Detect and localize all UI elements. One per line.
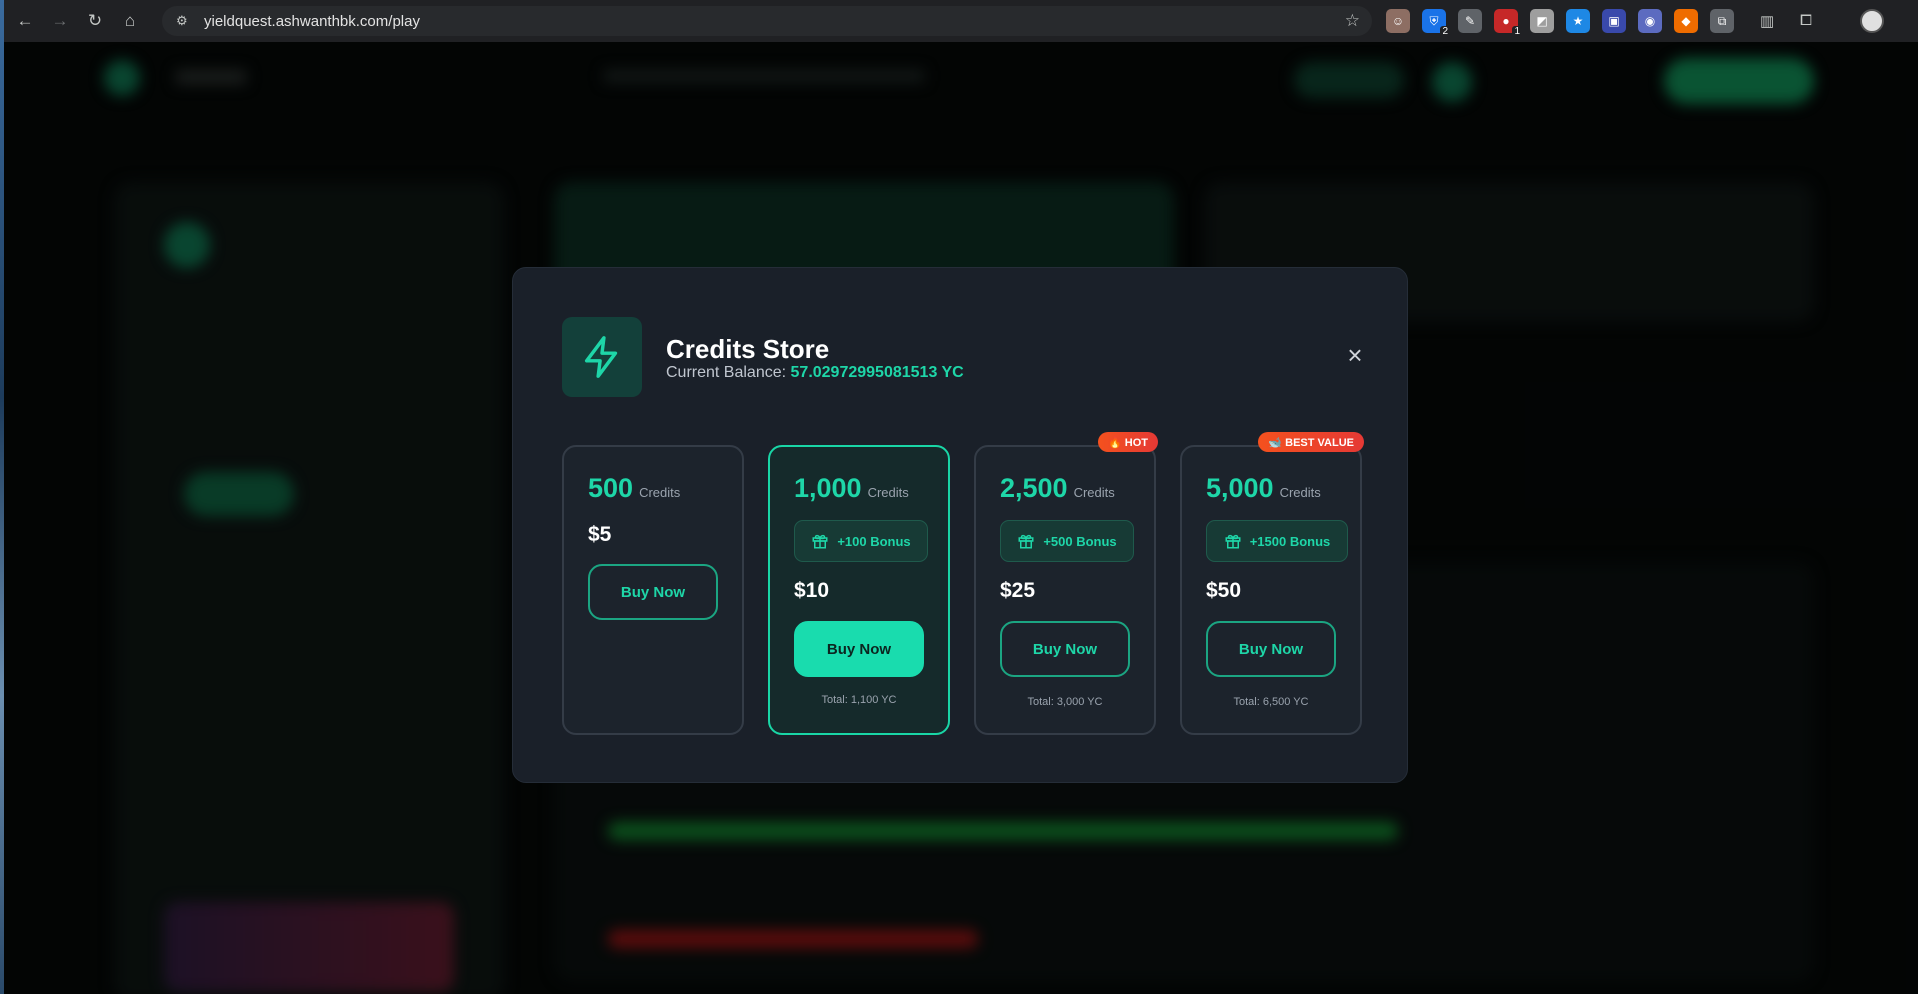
total-text: Total: 1,100 YC: [821, 694, 897, 706]
credits-store-modal: Credits Store Current Balance: 57.029729…: [512, 267, 1408, 783]
extensions-bar: ☺ ⛨ 2 ✎ ● 1 ◩ ★ ▣ ◉ ◆ ⧉: [1386, 9, 1746, 37]
ext-grey-icon[interactable]: ◩: [1530, 9, 1554, 33]
package-card: 🔥 HOT 2,500 Credits +500 Bonus $25 Buy No…: [974, 432, 1158, 735]
buy-now-button[interactable]: Buy Now: [588, 564, 718, 620]
ext-face-icon[interactable]: ☺: [1386, 9, 1410, 33]
total-text: Total: 3,000 YC: [1027, 696, 1103, 708]
forward-icon[interactable]: →: [46, 7, 74, 35]
ext-star-icon[interactable]: ★: [1566, 9, 1590, 33]
hot-badge: 🔥 HOT: [1098, 432, 1158, 452]
gift-icon: [1225, 534, 1241, 549]
credit-amount: 500 Credits: [588, 473, 681, 503]
bonus-tag: +100 Bonus: [794, 520, 928, 562]
modal-title: Credits Store: [666, 334, 830, 364]
ext-feather-icon[interactable]: ✎: [1458, 9, 1482, 33]
bookmark-star-icon[interactable]: ☆: [1345, 11, 1360, 31]
site-info-icon[interactable]: ⚙: [176, 13, 194, 29]
package-price: $5: [588, 523, 612, 546]
bonus-tag: +500 Bonus: [1000, 520, 1134, 562]
credit-amount: 2,500 Credits: [1000, 473, 1115, 503]
browser-toolbar: ← → ↻ ⌂ ⚙ yieldquest.ashwanthbk.com/play…: [4, 0, 1918, 42]
profile-avatar[interactable]: [1860, 9, 1884, 33]
address-bar[interactable]: ⚙ yieldquest.ashwanthbk.com/play ☆: [162, 6, 1372, 36]
ext-fox-icon[interactable]: ◆: [1674, 9, 1698, 33]
package-price: $25: [1000, 579, 1036, 602]
gift-icon: [812, 534, 828, 549]
package-price: $50: [1206, 579, 1242, 602]
best-value-badge: 🐋 BEST VALUE: [1258, 432, 1364, 452]
package-card: 500 Credits $5 Buy Now: [562, 445, 744, 735]
tab-search-icon[interactable]: ⧠: [1800, 12, 1812, 29]
sidebar-icon[interactable]: ▥: [1760, 12, 1774, 30]
home-icon[interactable]: ⌂: [116, 7, 144, 35]
package-price: $10: [794, 579, 830, 602]
buy-now-button[interactable]: Buy Now: [1000, 621, 1130, 677]
gift-icon: [1018, 534, 1034, 549]
balance-label: Current Balance:: [666, 364, 787, 381]
balance-line: Current Balance: 57.02972995081513 YC: [666, 364, 964, 382]
ext-red-icon[interactable]: ● 1: [1494, 9, 1522, 37]
ext-chat-icon[interactable]: ◉: [1638, 9, 1662, 33]
package-card-featured: 1,000 Credits +100 Bonus $10 Buy Now Tota…: [768, 445, 950, 735]
back-icon[interactable]: ←: [11, 7, 39, 35]
credit-amount: 1,000 Credits: [794, 473, 909, 503]
close-icon[interactable]: ×: [1343, 342, 1367, 368]
reload-icon[interactable]: ↻: [81, 7, 109, 35]
extension-count-badge: 2: [1440, 26, 1450, 37]
credit-amount: 5,000 Credits: [1206, 473, 1321, 503]
bonus-tag: +1500 Bonus: [1206, 520, 1348, 562]
package-card: 🐋 BEST VALUE 5,000 Credits +1500 Bonus $5…: [1180, 432, 1364, 735]
lightning-icon: [562, 317, 642, 397]
ext-shield-icon[interactable]: ⛨ 2: [1422, 9, 1450, 37]
buy-now-button[interactable]: Buy Now: [794, 621, 924, 677]
ext-folder-icon[interactable]: ▣: [1602, 9, 1626, 33]
balance-value: 57.02972995081513 YC: [790, 364, 964, 381]
buy-now-button[interactable]: Buy Now: [1206, 621, 1336, 677]
url-text[interactable]: yieldquest.ashwanthbk.com/play: [204, 13, 420, 30]
ext-puzzle-icon[interactable]: ⧉: [1710, 9, 1734, 33]
total-text: Total: 6,500 YC: [1233, 696, 1309, 708]
extension-count-badge: 1: [1512, 26, 1522, 37]
